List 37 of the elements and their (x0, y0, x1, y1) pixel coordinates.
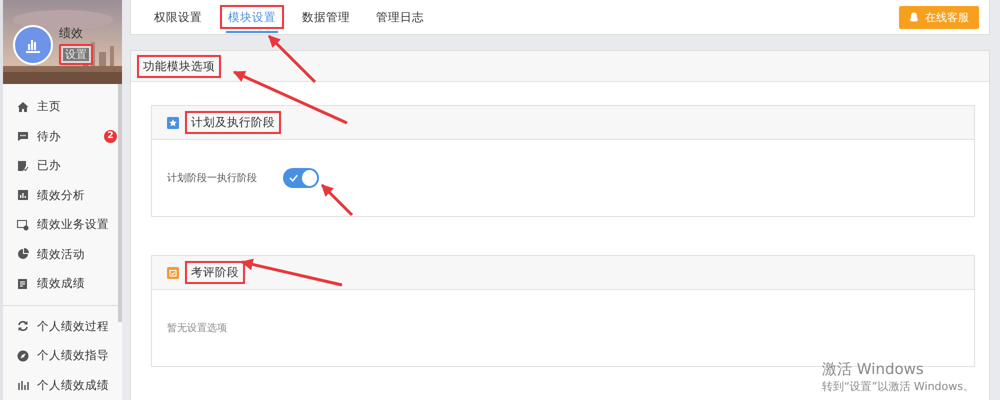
tab[interactable]: 权限设置 (146, 5, 210, 29)
bar-chart-icon (17, 189, 29, 202)
avatar-icon (13, 25, 53, 65)
sidebar-item[interactable]: 待办 2 (3, 122, 122, 151)
sidebar-item[interactable]: 已办 (3, 151, 122, 180)
sidebar-item[interactable]: 绩效活动 (3, 240, 122, 269)
bar-chart-icon (17, 379, 29, 392)
document-check-icon (17, 160, 29, 172)
notice-title: 激活 Windows (822, 360, 925, 379)
panel-title: 功能模块选项 (137, 54, 221, 78)
section-title: 计划及执行阶段 (185, 111, 281, 134)
sidebar-item[interactable]: 绩效分析 (3, 180, 122, 210)
empty-message: 暂无设置选项 (167, 322, 228, 335)
calendar-icon (167, 266, 179, 278)
chat-icon (17, 130, 29, 142)
count-badge: 2 (104, 130, 117, 143)
option-label: 计划阶段一执行阶段 (167, 172, 257, 185)
compass-icon (17, 350, 29, 362)
pie-chart-icon (17, 248, 29, 260)
section-title: 考评阶段 (185, 261, 245, 284)
tab[interactable]: 数据管理 (294, 5, 358, 29)
sidebar-item[interactable]: 绩效业务设置 (3, 210, 122, 240)
sidebar-item[interactable]: 个人绩效成绩 (3, 370, 122, 400)
document-icon (17, 278, 29, 290)
settings-button[interactable]: 设置 (59, 44, 93, 65)
check-icon (289, 174, 298, 182)
sidebar-item[interactable]: 个人绩效指导 (3, 341, 122, 370)
star-icon (167, 116, 179, 128)
home-icon (17, 100, 29, 113)
notice-text: 转到“设置”以激活 Windows。 (822, 379, 974, 394)
profile-name: 绩效 (59, 25, 83, 42)
sidebar-item[interactable]: 绩效成绩 (3, 269, 122, 298)
tab[interactable]: 管理日志 (368, 5, 432, 29)
refresh-icon (17, 320, 29, 332)
toggle-switch[interactable] (283, 168, 319, 188)
annotation-arrow (320, 184, 354, 216)
sidebar-item[interactable]: 主页 (3, 92, 122, 122)
